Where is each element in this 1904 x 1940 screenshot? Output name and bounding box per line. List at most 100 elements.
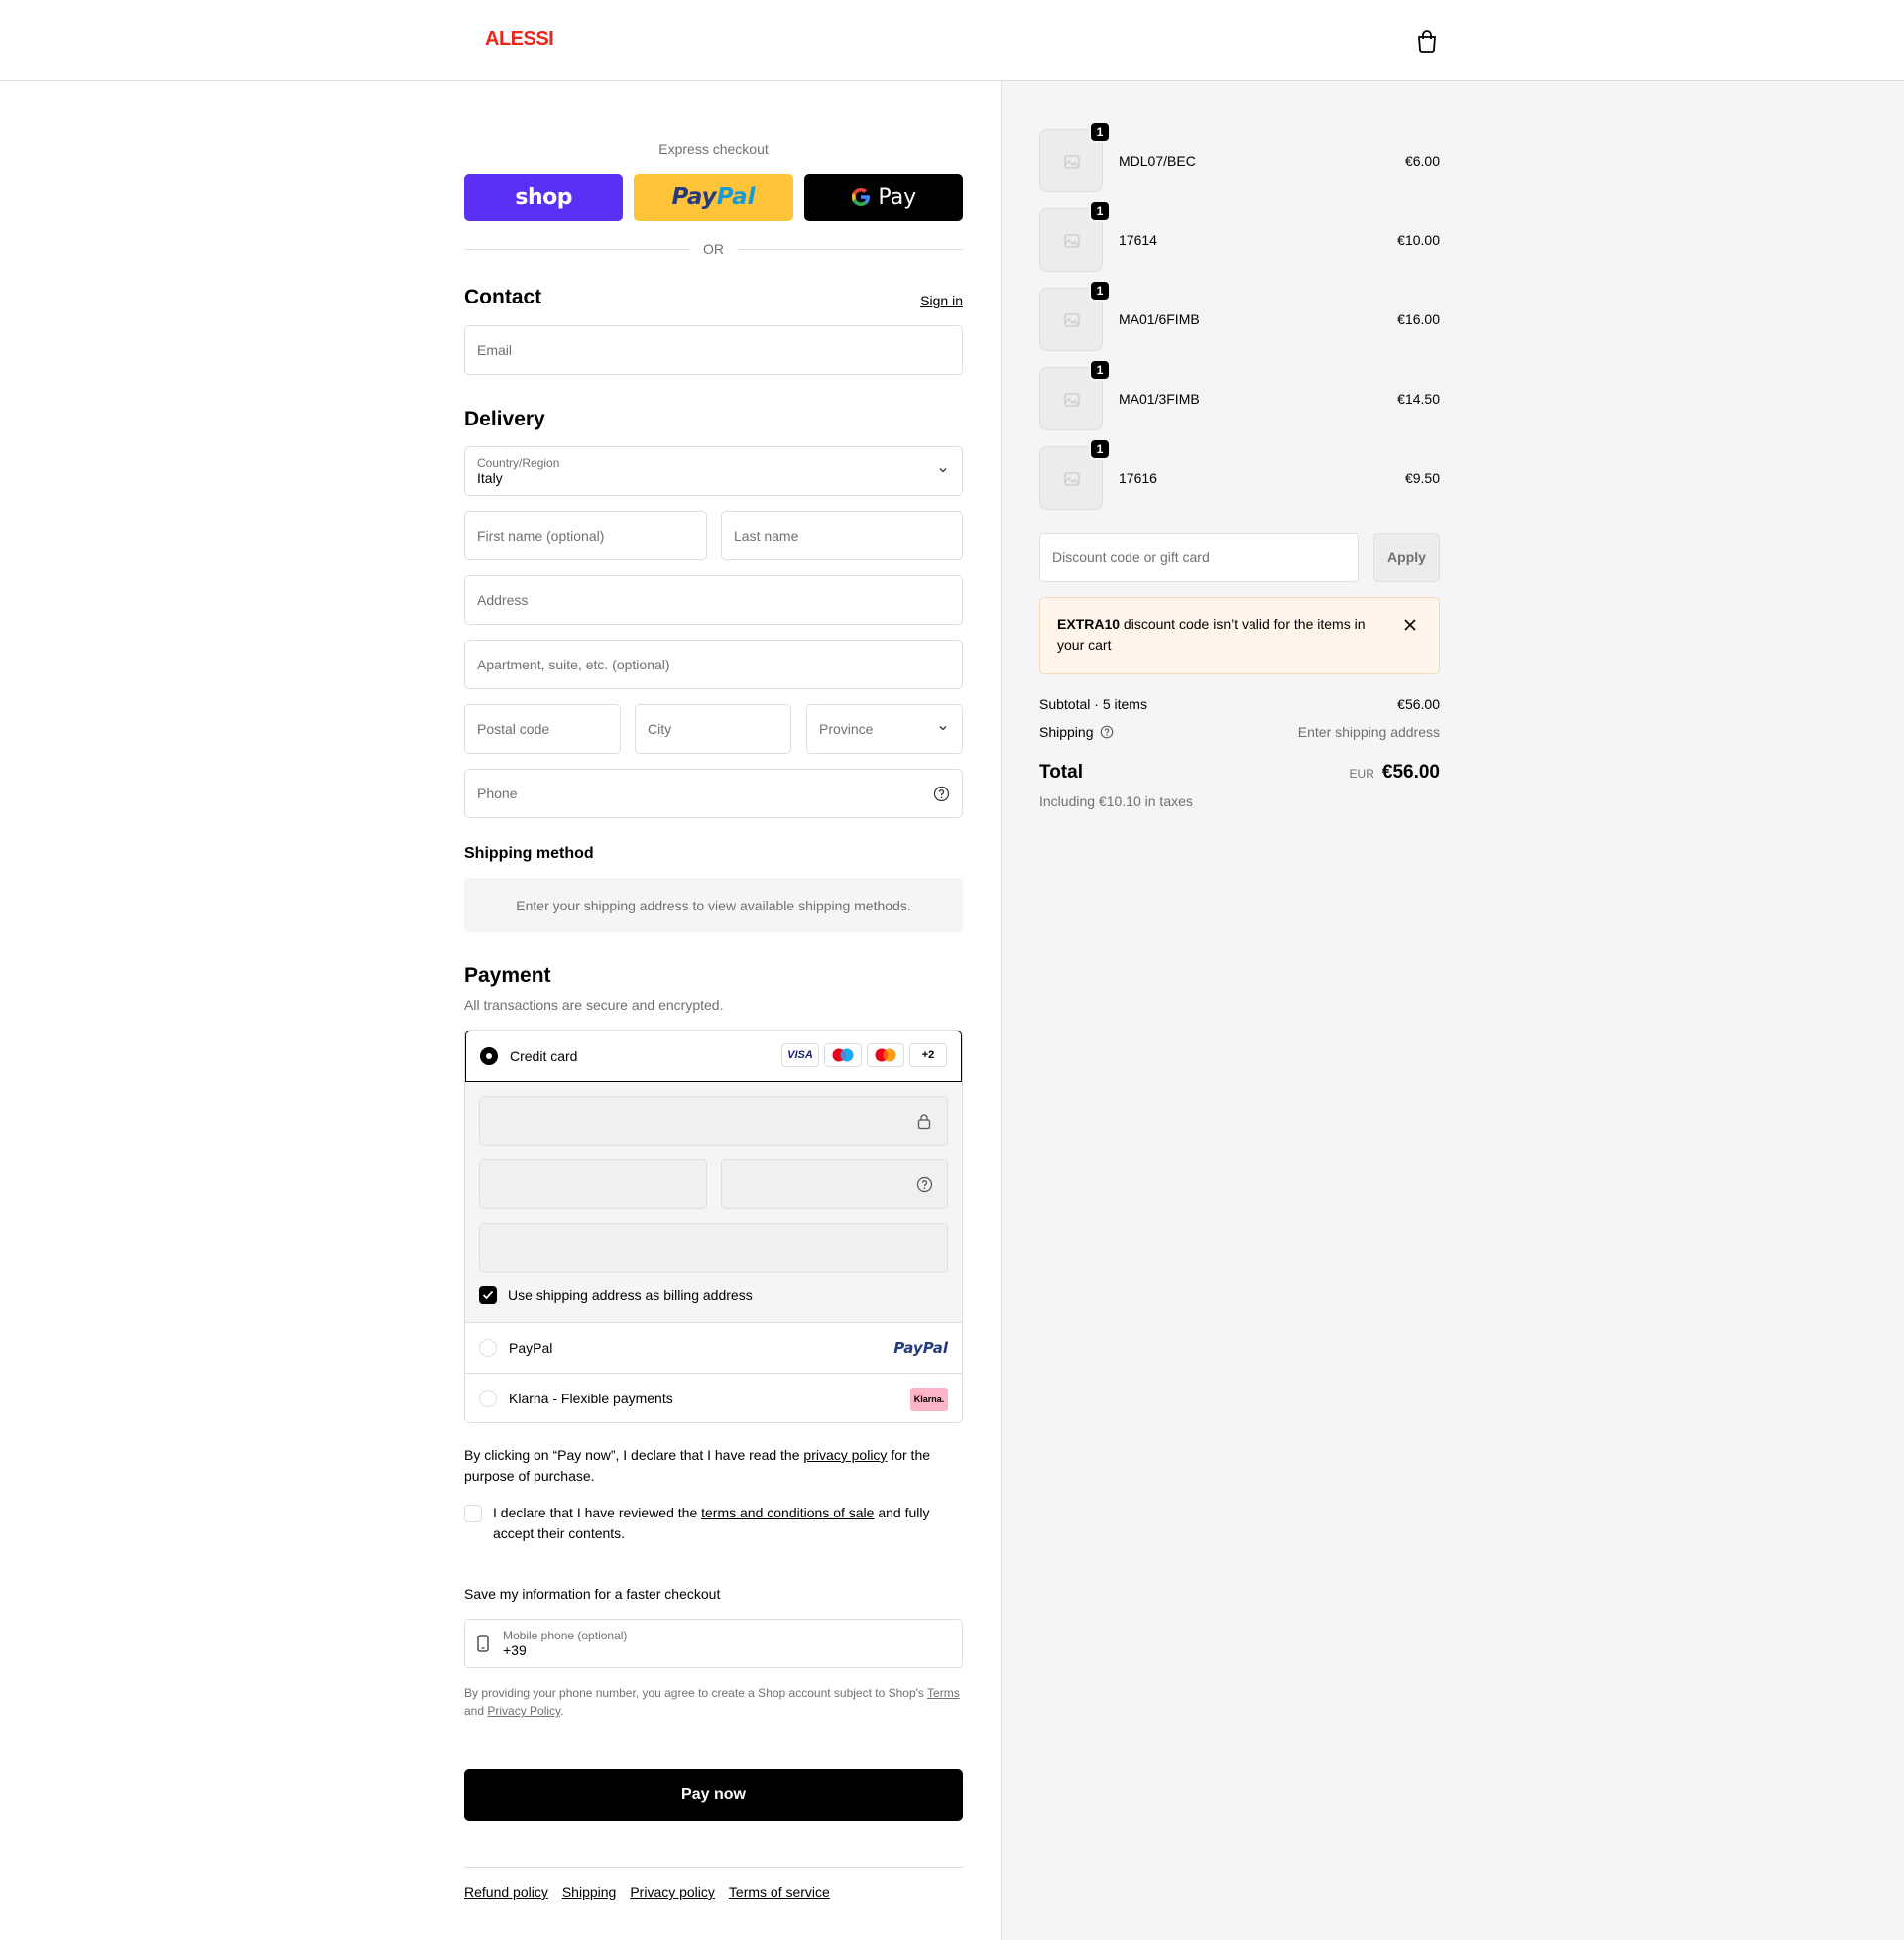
card-number-field[interactable]	[479, 1096, 948, 1146]
cart-item: 1 17616 €9.50	[1039, 438, 1440, 510]
apply-discount-button[interactable]: Apply	[1373, 533, 1440, 582]
discount-code-input[interactable]: Discount code or gift card	[1039, 533, 1359, 582]
checkmark-icon	[482, 1290, 494, 1300]
city-field[interactable]: City	[635, 704, 791, 754]
terms-checkbox-row[interactable]: I declare that I have reviewed the terms…	[464, 1503, 963, 1544]
paypal-express-button[interactable]: Pay Pal	[634, 174, 793, 221]
security-code-field[interactable]	[721, 1159, 948, 1209]
apartment-field[interactable]: Apartment, suite, etc. (optional)	[464, 640, 963, 689]
privacy-policy-link[interactable]: privacy policy	[803, 1447, 887, 1463]
mobile-phone-value: +39	[503, 1642, 527, 1658]
province-select[interactable]: Province	[806, 704, 963, 754]
billing-address-checkbox-row[interactable]: Use shipping address as billing address	[479, 1286, 753, 1304]
cart-item: 1 17614 €10.00	[1039, 200, 1440, 272]
privacy-policy-footer-link[interactable]: Privacy policy	[630, 1884, 715, 1900]
chevron-down-icon	[939, 726, 947, 731]
shipping-label: Shipping	[1039, 724, 1094, 740]
subtotal-value: €56.00	[1397, 696, 1440, 712]
google-g-icon	[852, 188, 871, 206]
item-price: €14.50	[1397, 391, 1440, 407]
shop-pay-button[interactable]: shop	[464, 174, 624, 221]
refund-policy-link[interactable]: Refund policy	[464, 1884, 548, 1900]
quantity-badge: 1	[1089, 438, 1111, 460]
credit-card-radio[interactable]	[480, 1047, 498, 1065]
more-cards-badge: +2	[909, 1043, 947, 1067]
declaration-text: By clicking on “Pay now”, I declare that…	[464, 1447, 804, 1463]
privacy-declaration: By clicking on “Pay now”, I declare that…	[464, 1445, 940, 1487]
paypal-option-label: PayPal	[509, 1340, 553, 1356]
klarna-radio[interactable]	[479, 1389, 497, 1407]
or-label: OR	[703, 241, 724, 257]
express-checkout-buttons: shop Pay Pal Pay	[464, 174, 963, 221]
shipping-row: Shipping Enter shipping address	[1039, 724, 1440, 740]
cart-item: 1 MA01/6FIMB €16.00	[1039, 280, 1440, 351]
help-icon[interactable]	[916, 1176, 933, 1193]
alessi-logo[interactable]: ALESSI	[485, 28, 554, 51]
shop-terms-link[interactable]: Terms	[927, 1686, 960, 1700]
paypal-option[interactable]: PayPal PayPal	[465, 1323, 962, 1373]
quantity-badge: 1	[1089, 121, 1111, 143]
address-field[interactable]: Address	[464, 575, 963, 625]
klarna-option-label: Klarna - Flexible payments	[509, 1390, 673, 1406]
first-name-placeholder: First name (optional)	[477, 528, 605, 544]
total-label: Total	[1039, 762, 1083, 783]
help-icon[interactable]	[1100, 725, 1114, 739]
payment-subtitle: All transactions are secure and encrypte…	[464, 997, 724, 1013]
paypal-label-part1: Pay	[671, 184, 717, 210]
shop-terms-notice: By providing your phone number, you agre…	[464, 1684, 963, 1720]
terms-of-service-link[interactable]: Terms of service	[729, 1884, 830, 1900]
sign-in-link[interactable]: Sign in	[920, 293, 963, 308]
billing-label: Use shipping address as billing address	[508, 1287, 753, 1303]
paypal-logo: PayPal	[893, 1339, 948, 1357]
save-info-title: Save my information for a faster checkou…	[464, 1586, 721, 1602]
expiry-field[interactable]	[479, 1159, 707, 1209]
taxes-note: Including €10.10 in taxes	[1039, 793, 1193, 809]
quantity-badge: 1	[1089, 359, 1111, 381]
footer-divider	[464, 1867, 963, 1868]
help-icon[interactable]	[933, 786, 950, 802]
email-field[interactable]: Email	[464, 325, 963, 375]
phone-field[interactable]: Phone	[464, 769, 963, 818]
mobile-phone-icon	[477, 1635, 489, 1652]
mobile-phone-field[interactable]: Mobile phone (optional) +39	[464, 1619, 963, 1668]
apartment-placeholder: Apartment, suite, etc. (optional)	[477, 657, 670, 672]
paypal-radio[interactable]	[479, 1339, 497, 1357]
discount-code: EXTRA10	[1057, 616, 1121, 632]
lock-icon	[917, 1114, 931, 1130]
last-name-field[interactable]: Last name	[721, 511, 963, 560]
item-price: €6.00	[1404, 153, 1440, 169]
mobile-phone-label: Mobile phone (optional)	[503, 1629, 628, 1642]
postal-code-field[interactable]: Postal code	[464, 704, 621, 754]
google-pay-label: Pay	[878, 184, 917, 210]
country-label: Country/Region	[477, 455, 560, 470]
item-name: 17616	[1119, 470, 1157, 486]
province-placeholder: Province	[819, 721, 874, 737]
terms-conditions-link[interactable]: terms and conditions of sale	[701, 1505, 874, 1520]
terms-checkbox[interactable]	[464, 1505, 482, 1522]
credit-card-option[interactable]: Credit card VISA +2	[465, 1031, 962, 1082]
klarna-option[interactable]: Klarna - Flexible payments Klarna.	[465, 1373, 962, 1422]
item-name: MA01/6FIMB	[1119, 311, 1200, 327]
shopping-bag-icon[interactable]	[1416, 29, 1438, 53]
or-divider: OR	[464, 241, 963, 257]
shipping-method-message: Enter your shipping address to view avai…	[464, 878, 963, 932]
pay-now-button[interactable]: Pay now	[464, 1769, 963, 1821]
country-select[interactable]: Country/Region Italy	[464, 446, 963, 496]
total-row: Total EUR €56.00	[1039, 762, 1440, 784]
first-name-field[interactable]: First name (optional)	[464, 511, 707, 560]
klarna-logo: Klarna.	[910, 1388, 948, 1411]
visa-logo: VISA	[781, 1043, 819, 1067]
name-on-card-field[interactable]	[479, 1223, 948, 1273]
image-placeholder-icon	[1064, 393, 1080, 407]
shipping-value: Enter shipping address	[1297, 724, 1440, 740]
maestro-logo	[824, 1043, 862, 1067]
shop-terms-text: .	[560, 1704, 564, 1718]
shop-privacy-link[interactable]: Privacy Policy	[487, 1704, 560, 1718]
item-name: MA01/3FIMB	[1119, 391, 1200, 407]
order-summary-panel	[1001, 81, 1904, 1940]
item-price: €9.50	[1404, 470, 1440, 486]
close-icon[interactable]	[1403, 618, 1417, 632]
google-pay-button[interactable]: Pay	[803, 174, 963, 221]
shipping-link[interactable]: Shipping	[562, 1884, 617, 1900]
billing-checkbox[interactable]	[479, 1286, 497, 1304]
